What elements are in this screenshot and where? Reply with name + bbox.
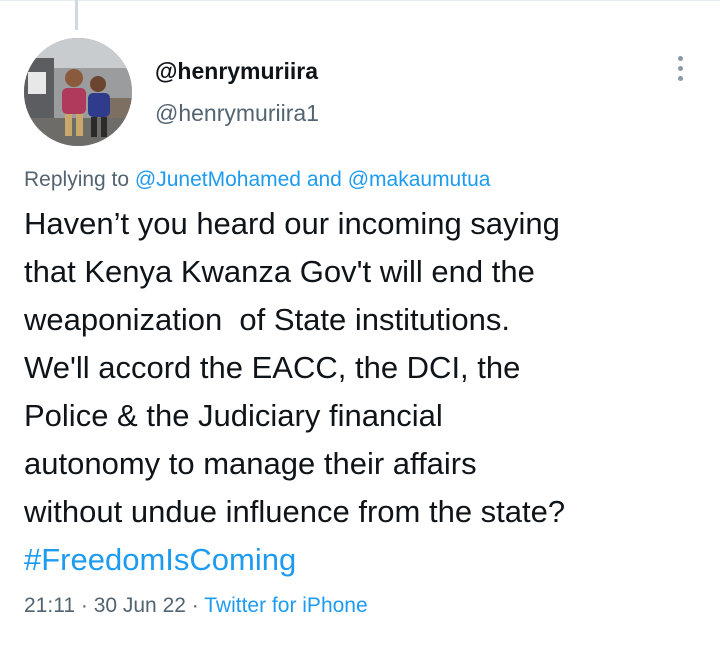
- author-handle[interactable]: @henrymuriira1: [155, 100, 319, 127]
- tweet-text: Haven’t you heard our incoming saying th…: [24, 200, 704, 584]
- mention-joiner: and: [306, 168, 342, 191]
- more-dots-icon: [677, 65, 683, 71]
- replying-to-line: Replying to @JunetMohamed and @makaumutu…: [24, 168, 490, 192]
- avatar[interactable]: [24, 38, 132, 146]
- tweet-text-line: without undue influence from the state?: [24, 494, 566, 529]
- tweet-time[interactable]: 21:11: [24, 594, 75, 617]
- tweet-text-line: Police & the Judiciary financial: [24, 398, 443, 433]
- more-dots-icon: [677, 55, 683, 61]
- mention-link-makaumutua[interactable]: @makaumutua: [348, 168, 491, 191]
- top-divider: [0, 0, 720, 1]
- tweet-text-line: weaponization of State institutions.: [24, 302, 510, 337]
- avatar-photo-icon: [24, 38, 132, 146]
- tweet-text-line: that Kenya Kwanza Gov't will end the: [24, 254, 535, 289]
- author-display-name[interactable]: @henrymuriira: [155, 58, 318, 85]
- more-options-button[interactable]: [664, 50, 696, 86]
- tweet-text-line: We'll accord the EACC, the DCI, the: [24, 350, 521, 385]
- tweet-source-link[interactable]: Twitter for iPhone: [204, 594, 367, 617]
- tweet-text-line: Haven’t you heard our incoming saying: [24, 206, 560, 241]
- meta-separator: ·: [80, 594, 88, 617]
- more-dots-icon: [677, 75, 683, 81]
- hashtag-link[interactable]: #FreedomIsComing: [24, 536, 704, 584]
- tweet-meta: 21:11 · 30 Jun 22 · Twitter for iPhone: [24, 594, 368, 618]
- thread-connector-line: [75, 0, 78, 30]
- mention-link-junetmohamed[interactable]: @JunetMohamed: [135, 168, 301, 191]
- meta-separator: ·: [191, 594, 199, 617]
- tweet-text-line: autonomy to manage their affairs: [24, 446, 477, 481]
- replying-to-label: Replying to: [24, 168, 130, 191]
- tweet-date[interactable]: 30 Jun 22: [94, 594, 186, 617]
